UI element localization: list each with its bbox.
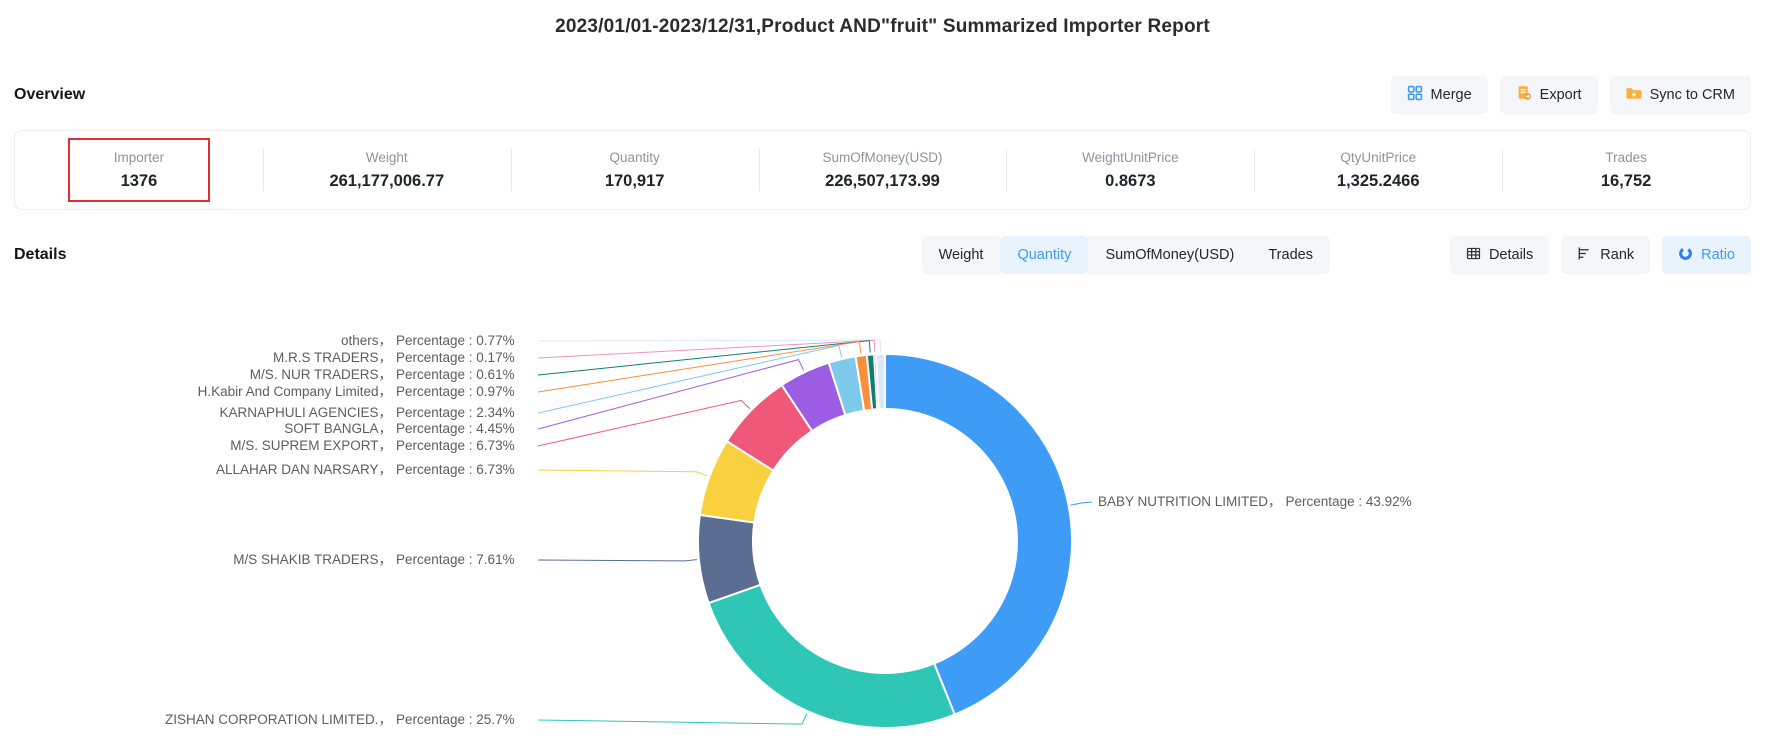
chart-label-name: H.Kabir And Company Limited，	[198, 383, 392, 401]
leader-line-m-s-suprem-export	[538, 400, 750, 446]
chart-label-name: ALLAHAR DAN NARSARY，	[216, 461, 392, 479]
ratio-donut-chart	[0, 270, 1765, 741]
ratio-donut-icon	[1678, 246, 1693, 265]
leader-line-zishan-corporation-limited	[538, 713, 807, 724]
tab-sumofmoney-usd[interactable]: SumOfMoney(USD)	[1088, 236, 1251, 274]
chart-label-percentage: Percentage : 6.73%	[396, 437, 532, 455]
stat-label: Quantity	[610, 150, 660, 165]
view-button-details-label: Details	[1489, 247, 1533, 263]
chart-label-m-s-shakib-traders: M/S SHAKIB TRADERS，Percentage : 7.61%	[233, 551, 532, 569]
pie-slice-others[interactable]	[876, 354, 885, 409]
chart-label-percentage: Percentage : 0.97%	[396, 383, 532, 401]
chart-label-percentage: Percentage : 0.61%	[396, 366, 532, 384]
overview-header: Overview Merge Export Sync to CRM	[14, 76, 1751, 114]
stat-label: QtyUnitPrice	[1340, 150, 1416, 165]
table-icon	[1466, 246, 1481, 265]
details-controls: WeightQuantitySumOfMoney(USD)Trades Deta…	[922, 236, 1751, 274]
export-button[interactable]: Export	[1500, 76, 1598, 114]
stat-weightunitprice: WeightUnitPrice 0.8673	[1006, 131, 1254, 209]
stat-quantity: Quantity 170,917	[511, 131, 759, 209]
chart-label-zishan-corporation-limited: ZISHAN CORPORATION LIMITED.，Percentage :…	[165, 711, 532, 729]
metric-tabs: WeightQuantitySumOfMoney(USD)Trades	[922, 236, 1330, 274]
stat-value: 170,917	[605, 172, 665, 191]
stat-trades: Trades 16,752	[1502, 131, 1750, 209]
stat-weight: Weight 261,177,006.77	[263, 131, 511, 209]
chart-label-percentage: Percentage : 4.45%	[396, 420, 532, 438]
chart-label-h-kabir-and-company-limited: H.Kabir And Company Limited，Percentage :…	[198, 383, 532, 401]
chart-label-name: ZISHAN CORPORATION LIMITED.，	[165, 711, 392, 729]
tab-trades[interactable]: Trades	[1251, 236, 1330, 274]
stat-value: 16,752	[1601, 172, 1651, 191]
pie-slice-baby-nutrition-limited[interactable]	[885, 354, 1072, 715]
overview-heading: Overview	[14, 86, 85, 104]
chart-label-m-s-nur-traders: M/S. NUR TRADERS，Percentage : 0.61%	[250, 366, 532, 384]
stat-value: 226,507,173.99	[825, 172, 940, 191]
stat-label: Importer	[114, 150, 164, 165]
page-title: 2023/01/01-2023/12/31,Product AND"fruit"…	[0, 0, 1765, 38]
leader-line-m-s-shakib-traders	[538, 560, 697, 561]
stat-sumofmoney-usd: SumOfMoney(USD) 226,507,173.99	[759, 131, 1007, 209]
stat-value: 1,325.2466	[1337, 172, 1420, 191]
stat-label: SumOfMoney(USD)	[822, 150, 942, 165]
sync-to-crm-button[interactable]: Sync to CRM	[1610, 76, 1751, 114]
leader-line-allahar-dan-narsary	[538, 470, 708, 476]
chart-label-name: others，	[341, 332, 392, 350]
chart-label-percentage: Percentage : 6.73%	[396, 461, 532, 479]
sync-to-crm-button-label: Sync to CRM	[1650, 87, 1735, 103]
sync-folder-icon	[1626, 85, 1642, 105]
view-button-ratio[interactable]: Ratio	[1662, 236, 1751, 274]
chart-label-name: SOFT BANGLA，	[284, 420, 392, 438]
chart-label-name: M/S. SUPREM EXPORT，	[230, 437, 392, 455]
chart-label-percentage: Percentage : 25.7%	[396, 711, 532, 729]
details-header: Details WeightQuantitySumOfMoney(USD)Tra…	[14, 236, 1751, 274]
view-button-rank-label: Rank	[1600, 247, 1634, 263]
stat-value: 1376	[121, 172, 158, 191]
export-icon	[1516, 85, 1532, 105]
view-button-rank[interactable]: Rank	[1561, 236, 1650, 274]
chart-label-m-s-suprem-export: M/S. SUPREM EXPORT，Percentage : 6.73%	[230, 437, 532, 455]
chart-label-percentage: Percentage : 43.92%	[1286, 493, 1412, 511]
tab-quantity[interactable]: Quantity	[1000, 236, 1088, 274]
pie-slice-zishan-corporation-limited[interactable]	[709, 585, 955, 728]
chart-label-percentage: Percentage : 0.17%	[396, 349, 532, 367]
highlight-box	[68, 138, 210, 202]
overview-stats-card: Importer 1376 Weight 261,177,006.77 Quantity…	[14, 130, 1751, 210]
chart-label-name: M/S. NUR TRADERS，	[250, 366, 392, 384]
chart-label-percentage: Percentage : 0.77%	[396, 332, 532, 350]
view-button-details[interactable]: Details	[1450, 236, 1549, 274]
stat-label: Trades	[1605, 150, 1647, 165]
stat-value: 0.8673	[1105, 172, 1155, 191]
importer-report-page: 2023/01/01-2023/12/31,Product AND"fruit"…	[0, 0, 1765, 741]
details-heading: Details	[14, 246, 66, 264]
view-buttons: Details Rank Ratio	[1450, 236, 1751, 274]
stat-value: 261,177,006.77	[329, 172, 444, 191]
stat-label: WeightUnitPrice	[1082, 150, 1179, 165]
chart-label-allahar-dan-narsary: ALLAHAR DAN NARSARY，Percentage : 6.73%	[216, 461, 532, 479]
chart-label-name: M.R.S TRADERS，	[273, 349, 392, 367]
chart-label-others: others，Percentage : 0.77%	[341, 332, 532, 350]
stat-qtyunitprice: QtyUnitPrice 1,325.2466	[1254, 131, 1502, 209]
rank-icon	[1577, 246, 1592, 265]
tab-weight[interactable]: Weight	[922, 236, 1001, 274]
overview-actions: Merge Export Sync to CRM	[1391, 76, 1751, 114]
chart-label-percentage: Percentage : 7.61%	[396, 551, 532, 569]
chart-label-m-r-s-traders: M.R.S TRADERS，Percentage : 0.17%	[273, 349, 532, 367]
export-button-label: Export	[1540, 87, 1582, 103]
stat-importer: Importer 1376	[15, 131, 263, 209]
chart-label-baby-nutrition-limited: BABY NUTRITION LIMITED，Percentage : 43.9…	[1098, 493, 1412, 511]
chart-label-name: BABY NUTRITION LIMITED，	[1098, 493, 1282, 511]
chart-label-soft-bangla: SOFT BANGLA，Percentage : 4.45%	[284, 420, 532, 438]
merge-button[interactable]: Merge	[1391, 76, 1488, 114]
merge-button-label: Merge	[1431, 87, 1472, 103]
leader-line-baby-nutrition-limited	[1071, 502, 1092, 505]
merge-icon	[1407, 85, 1423, 105]
chart-label-name: M/S SHAKIB TRADERS，	[233, 551, 392, 569]
ratio-chart-area: others，Percentage : 0.77%M.R.S TRADERS，P…	[0, 270, 1765, 741]
stat-label: Weight	[366, 150, 408, 165]
view-button-ratio-label: Ratio	[1701, 247, 1735, 263]
